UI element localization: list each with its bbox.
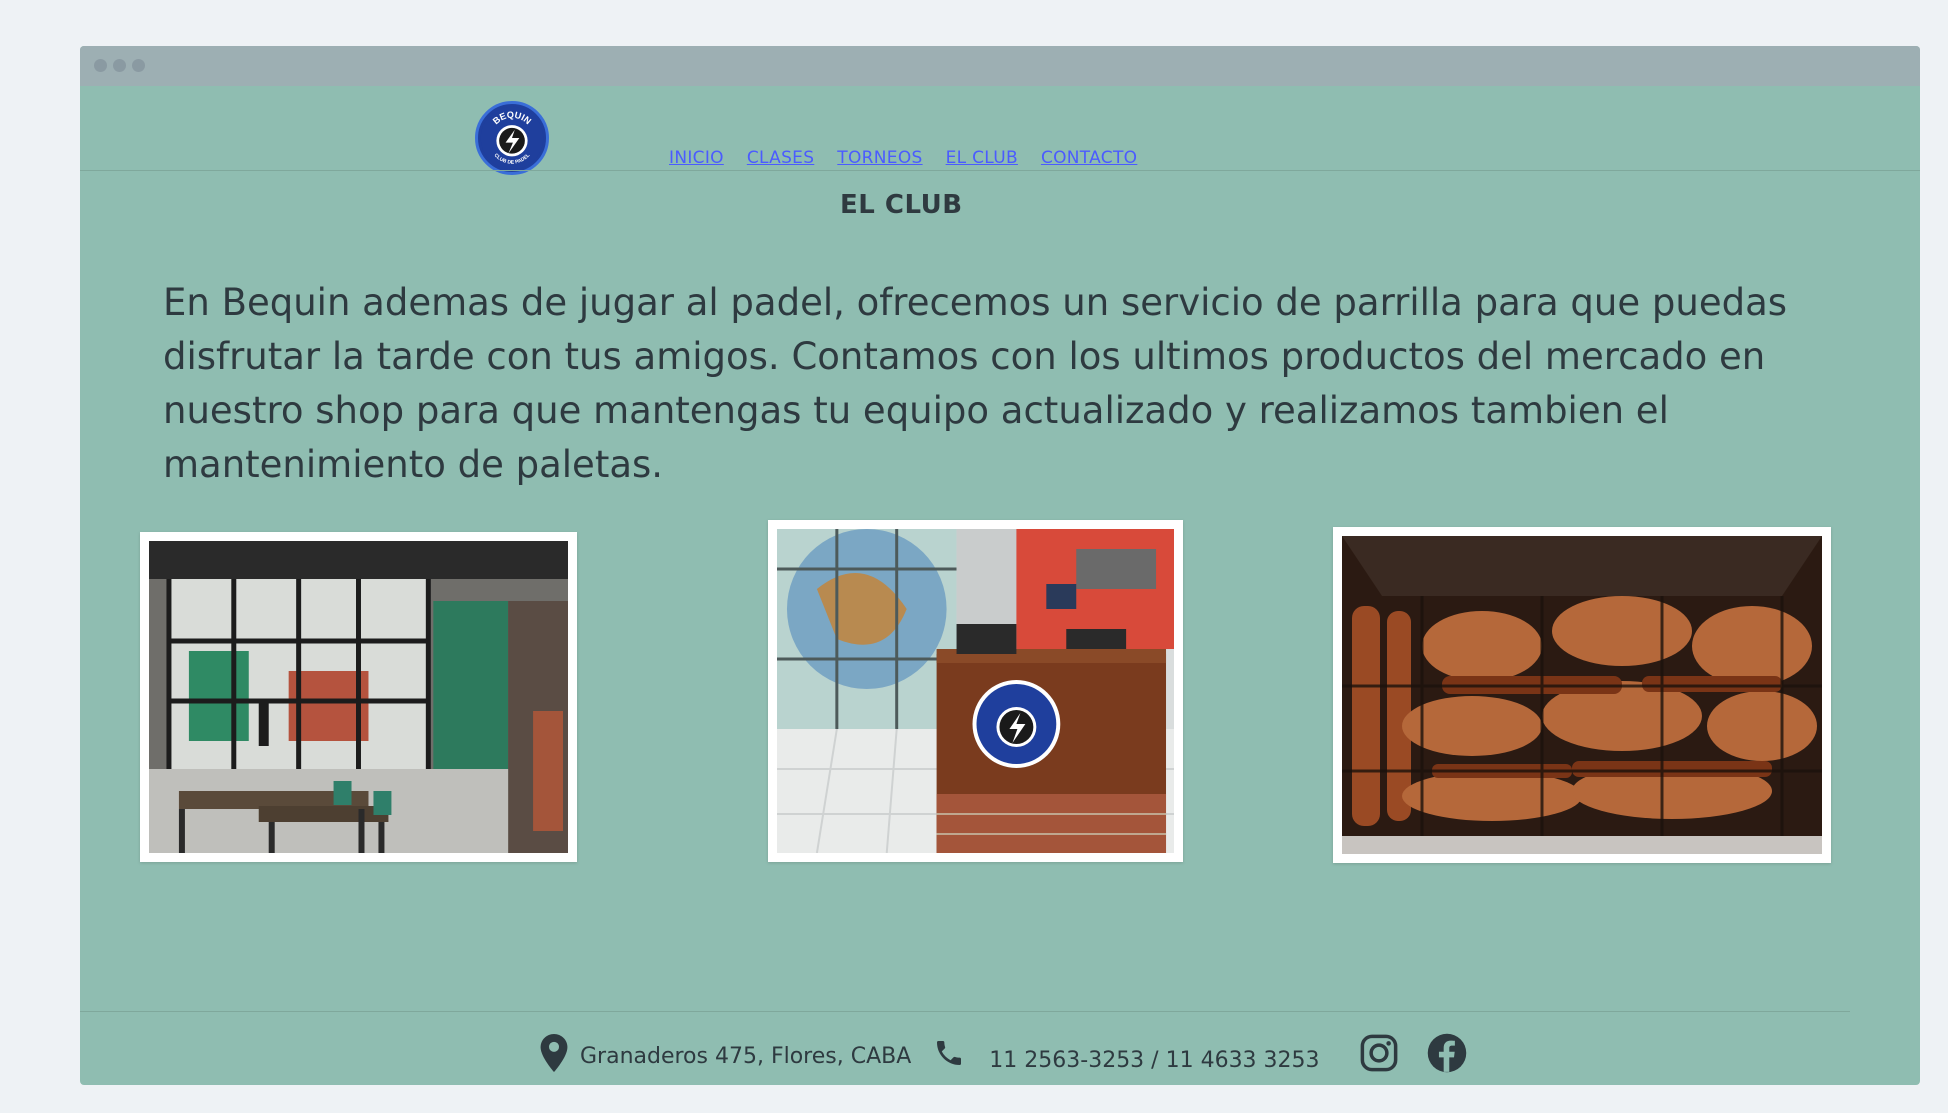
bequin-logo[interactable]: BEQUIN CLUB DE PADEL [475, 101, 549, 175]
photo-shop-counter [768, 520, 1183, 862]
main-nav: INICIO CLASES TORNEOS EL CLUB CONTACTO [669, 148, 1160, 168]
nav-torneos[interactable]: TORNEOS [837, 148, 922, 168]
window-dot-minimize[interactable] [113, 59, 126, 72]
photo-parrilla [1333, 527, 1831, 863]
header-divider [80, 170, 1920, 171]
window-titlebar [80, 46, 1920, 86]
nav-clases[interactable]: CLASES [747, 148, 814, 168]
footer-address: Granaderos 475, Flores, CABA [580, 1043, 912, 1069]
club-interior-photo [149, 541, 568, 853]
window-controls [94, 59, 145, 72]
site-footer: Granaderos 475, Flores, CABA 11 2563-325… [540, 1032, 1468, 1080]
window-dot-close[interactable] [94, 59, 107, 72]
nav-inicio[interactable]: INICIO [669, 148, 724, 168]
footer-phones: 11 2563-3253 / 11 4633 3253 [989, 1047, 1320, 1073]
window-dot-maximize[interactable] [132, 59, 145, 72]
nav-contacto[interactable]: CONTACTO [1041, 148, 1137, 168]
page-title: EL CLUB [840, 190, 963, 220]
logo-emblem: BEQUIN CLUB DE PADEL [480, 106, 544, 170]
photo-club-interior [140, 532, 577, 862]
nav-el-club[interactable]: EL CLUB [946, 148, 1018, 168]
instagram-icon[interactable] [1358, 1032, 1400, 1080]
browser-window: BEQUIN CLUB DE PADEL INICIO CLASES TORNE… [80, 46, 1920, 1085]
parrilla-grill-photo [1342, 536, 1822, 854]
phone-icon[interactable] [933, 1037, 965, 1075]
intro-paragraph: En Bequin ademas de jugar al padel, ofre… [163, 281, 1788, 486]
facebook-icon[interactable] [1426, 1032, 1468, 1080]
footer-divider [80, 1011, 1850, 1012]
shop-counter-photo [777, 529, 1174, 853]
location-pin-icon [540, 1034, 568, 1078]
